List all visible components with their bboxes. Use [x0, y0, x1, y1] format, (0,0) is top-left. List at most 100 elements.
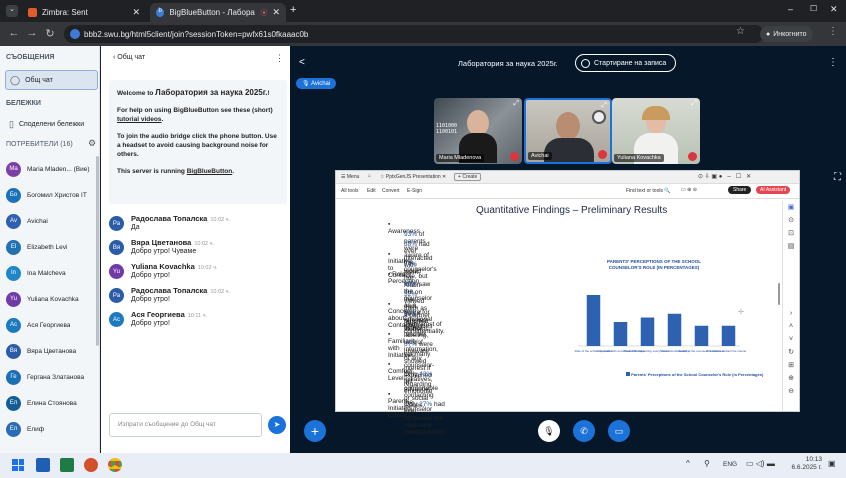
fullscreen-icon[interactable]: ⛶: [834, 172, 841, 183]
back-arrow-icon[interactable]: ←: [6, 27, 22, 39]
url-field[interactable]: bbb2.swu.bg/html5client/join?sessionToke…: [64, 25, 764, 43]
bbb-link[interactable]: BigBlueButton: [187, 168, 233, 175]
user-list-item[interactable]: Ma Maria Mladen... (Вие): [6, 159, 98, 179]
mute-button[interactable]: 🎙: [538, 420, 560, 442]
zoom-in-icon[interactable]: ⊕: [783, 372, 799, 385]
tab-list-icon[interactable]: ⌄: [6, 5, 18, 17]
public-chat-item[interactable]: ◯ Общ чат: [5, 70, 98, 90]
user-list-item[interactable]: Ге Гергана Златанова: [6, 367, 98, 387]
user-list-item[interactable]: El Elizabeth Levi: [6, 237, 98, 257]
convert-menu[interactable]: Convert: [382, 188, 400, 194]
new-tab-icon[interactable]: +: [290, 4, 296, 16]
avatar: In: [6, 265, 21, 281]
expand-video-icon[interactable]: ⤢: [601, 102, 607, 110]
user-list-item[interactable]: Вя Вяра Цветанова: [6, 341, 98, 361]
chat-message: Ас Ася Георгиева 10:11 ч. Добро утро!: [109, 310, 287, 327]
share-button[interactable]: Share: [728, 186, 752, 194]
start-recording-button[interactable]: Стартиране на записа: [575, 54, 676, 72]
close-tab-icon[interactable]: ✕: [132, 7, 140, 18]
chat-back-button[interactable]: ‹ Общ чат: [113, 54, 145, 61]
bookmark-icon[interactable]: ⊙: [783, 214, 799, 227]
shared-notes-item[interactable]: ▯ Споделени бележки: [5, 115, 98, 133]
toggle-sidebar-icon[interactable]: <: [299, 57, 305, 68]
forward-arrow-icon[interactable]: →: [24, 27, 40, 39]
powerpoint-icon[interactable]: [84, 458, 98, 472]
ai-assistant-button[interactable]: AI Assistant: [756, 186, 791, 194]
meeting-options-icon[interactable]: ⋮: [828, 57, 838, 68]
page-up-icon[interactable]: ˄: [783, 320, 799, 333]
user-list-item[interactable]: Ел Елиф: [6, 419, 98, 439]
user-list-item[interactable]: Ас Ася Георгиева: [6, 315, 98, 335]
incognito-badge[interactable]: ● Инкогнито: [760, 26, 813, 42]
avatar: Ра: [109, 216, 124, 231]
outlook-icon[interactable]: [36, 458, 50, 472]
video-tile-yuliana[interactable]: Yuliana Kovachka ⤢: [612, 98, 700, 164]
page-down-icon[interactable]: ˅: [783, 333, 799, 346]
reload-icon[interactable]: ↻: [42, 27, 58, 40]
phone-button[interactable]: ✆: [573, 420, 595, 442]
comment-icon[interactable]: ▣: [783, 201, 799, 214]
notes-header: БЕЛЕЖКИ: [6, 100, 41, 107]
users-settings-gear-icon[interactable]: ⚙: [88, 138, 96, 149]
esign-menu[interactable]: E-Sign: [407, 188, 422, 194]
clock[interactable]: 10:13 6.6.2025 г.: [790, 456, 823, 472]
tutorial-link[interactable]: tutorial videos: [117, 116, 161, 123]
site-info-icon[interactable]: [70, 29, 80, 39]
user-list-item[interactable]: Бо Богомил Христов IT: [6, 185, 98, 205]
close-tab-icon[interactable]: ✕: [272, 7, 280, 18]
tray-chevron-icon[interactable]: ^: [686, 459, 690, 468]
phone-icon: ✆: [580, 426, 588, 436]
save-icon[interactable]: ⊞: [783, 359, 799, 372]
close-window-icon[interactable]: ✕: [830, 4, 838, 15]
user-sidebar: СЪОБЩЕНИЯ ◯ Общ чат БЕЛЕЖКИ ▯ Споделени …: [0, 46, 100, 453]
welcome-message: Welcome to Лаборатория за наука 2025г.! …: [109, 80, 287, 204]
chat-options-icon[interactable]: ⋮: [275, 53, 284, 64]
actions-plus-button[interactable]: +: [304, 420, 326, 442]
language-indicator[interactable]: ENG: [723, 461, 737, 468]
expand-video-icon[interactable]: ⤢: [513, 100, 519, 108]
chrome-icon[interactable]: [108, 458, 122, 472]
notification-icon[interactable]: ▣: [828, 459, 836, 468]
pages-icon[interactable]: ▤: [783, 240, 799, 253]
video-name-label: Avichai: [528, 152, 552, 160]
viewer-file-tab[interactable]: ☆ PptxGenJS Presentation ✕: [380, 174, 446, 180]
user-list-item[interactable]: In Ina Malcheva: [6, 263, 98, 283]
create-button[interactable]: + Create: [454, 173, 482, 181]
user-list-item[interactable]: Yu Yuliana Kovachka: [6, 289, 98, 309]
message-text: Да: [131, 224, 140, 231]
attach-icon[interactable]: ⊡: [783, 227, 799, 240]
video-tile-avichai[interactable]: Avichai ⤢: [524, 98, 612, 164]
chart-bar: [667, 313, 682, 346]
avatar: Yu: [6, 291, 21, 307]
record-label: Стартиране на записа: [594, 59, 667, 67]
find-field[interactable]: Find text or tools 🔍: [626, 188, 671, 194]
location-icon: ⚲: [704, 459, 710, 468]
camera-button[interactable]: ▭: [608, 420, 630, 442]
viewer-scrollbar[interactable]: [778, 283, 780, 305]
page-next-icon[interactable]: ›: [783, 307, 799, 320]
excel-icon[interactable]: [60, 458, 74, 472]
zoom-out-icon[interactable]: ⊖: [783, 385, 799, 398]
send-button[interactable]: ➤: [268, 416, 286, 434]
viewer-menu[interactable]: ☰ Menu: [341, 174, 359, 180]
expand-video-icon[interactable]: ⤢: [691, 100, 697, 108]
shared-presentation[interactable]: ☰ Menu ⌂ ☆ PptxGenJS Presentation ✕ + Cr…: [335, 170, 800, 436]
start-windows-icon[interactable]: [12, 459, 24, 471]
tab-zimbra[interactable]: Zimbra: Sent ✕: [22, 3, 146, 22]
rotate-icon[interactable]: ↻: [783, 346, 799, 359]
user-list-item[interactable]: Av Avichai: [6, 211, 98, 231]
bookmark-star-icon[interactable]: ☆: [736, 26, 745, 37]
edit-menu[interactable]: Edit: [367, 188, 376, 194]
user-list-item[interactable]: Ел Елина Стоянова: [6, 393, 98, 413]
tab-bbb[interactable]: b BigBlueButton - Лаборатор ⦿ ✕: [150, 3, 286, 22]
all-tools-menu[interactable]: All tools: [341, 188, 359, 194]
minimize-icon[interactable]: –: [788, 4, 793, 14]
notes-icon: ▯: [9, 118, 14, 129]
home-icon[interactable]: ⌂: [368, 173, 371, 179]
user-name: Maria Mladen... (Вие): [27, 165, 90, 173]
tray-system-icons[interactable]: ▭ ◁) ▬: [746, 459, 775, 468]
browser-menu-icon[interactable]: ⋮: [828, 26, 838, 37]
chat-message-input[interactable]: Изпрати съобщение до Общ чат: [109, 413, 262, 437]
video-tile-maria[interactable]: 1101000 1100101 Maria Mladenova ⤢: [434, 98, 522, 164]
maximize-icon[interactable]: ☐: [810, 4, 817, 13]
